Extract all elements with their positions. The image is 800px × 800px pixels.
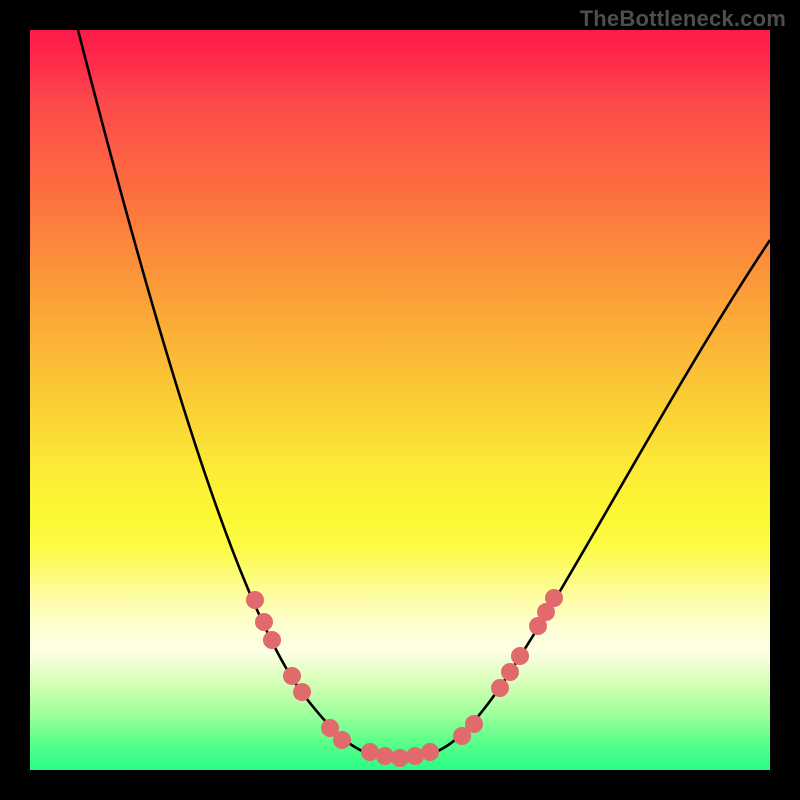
left-curve: [78, 30, 390, 756]
dot: [501, 663, 519, 681]
dots-group: [246, 589, 563, 767]
dot: [421, 743, 439, 761]
dot: [283, 667, 301, 685]
dot: [545, 589, 563, 607]
plot-area: [30, 30, 770, 770]
chart-svg: [30, 30, 770, 770]
dot: [465, 715, 483, 733]
dot: [293, 683, 311, 701]
watermark-text: TheBottleneck.com: [580, 6, 786, 32]
dot: [263, 631, 281, 649]
dot: [255, 613, 273, 631]
dot: [511, 647, 529, 665]
stage: TheBottleneck.com: [0, 0, 800, 800]
dot: [333, 731, 351, 749]
right-curve: [410, 240, 770, 756]
dot: [491, 679, 509, 697]
dot: [246, 591, 264, 609]
